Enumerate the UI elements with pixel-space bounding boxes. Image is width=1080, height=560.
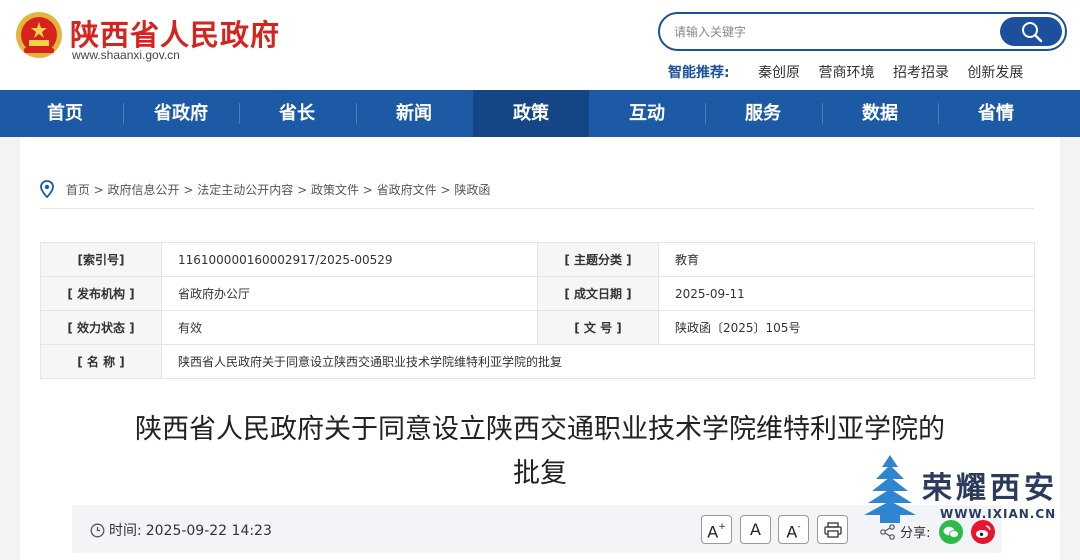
national-emblem-icon [14,10,64,60]
nav-item-data[interactable]: 数据 [822,90,938,137]
index-value: 116100000160002917/2025-00529 [161,242,538,277]
header: 陕西省人民政府 www.shaanxi.gov.cn 智能推荐: 秦创原 营商环… [0,0,1080,90]
date-value: 2025-09-11 [658,276,1035,311]
topic-value: 教育 [658,242,1035,277]
nav-item-home[interactable]: 首页 [7,90,123,137]
docno-value: 陕政函〔2025〕105号 [658,310,1035,345]
nav-item-policy[interactable]: 政策 [473,90,589,137]
nav-item-services[interactable]: 服务 [705,90,821,137]
table-row: [索引号] 116100000160002917/2025-00529 [ 主题… [40,242,1035,277]
name-label: [ 名 称 ] [40,344,162,379]
location-pin-icon [40,180,54,199]
search-box [658,12,1067,51]
watermark-logo: 荣耀西安 WWW.IXIAN.CN [862,453,1062,533]
breadcrumb-gov-info[interactable]: 政府信息公开 [108,183,180,197]
font-decrease-button[interactable]: A- [778,515,809,544]
search-button[interactable] [1000,17,1062,46]
recommend-label: 智能推荐: [668,65,730,81]
main-nav: 首页 省政府 省长 新闻 政策 互动 服务 数据 省情 [0,90,1080,137]
table-row: [ 效力状态 ] 有效 [ 文 号 ] 陕政函〔2025〕105号 [40,310,1035,345]
print-button[interactable] [817,515,848,544]
docno-label: [ 文 号 ] [537,310,659,345]
topic-label: [ 主题分类 ] [537,242,659,277]
publisher-label: [ 发布机构 ] [40,276,162,311]
time-label: 时间: [109,523,142,539]
breadcrumb-current[interactable]: 陕政函 [454,183,490,197]
search-input[interactable] [674,22,994,42]
recommend-link[interactable]: 营商环境 [819,65,875,81]
date-label: [ 成文日期 ] [537,276,659,311]
font-reset-label: A [750,520,761,539]
search-icon [1022,22,1043,43]
metadata-table: [索引号] 116100000160002917/2025-00529 [ 主题… [40,242,1035,379]
breadcrumb-home[interactable]: 首页 [66,183,90,197]
watermark-text: 荣耀西安 [922,471,1058,506]
font-decrease-label: A [786,522,798,542]
font-increase-button[interactable]: A+ [701,515,732,544]
smart-recommend: 智能推荐: 秦创原 营商环境 招考招录 创新发展 [668,62,1037,82]
recommend-link[interactable]: 创新发展 [967,65,1023,81]
pagoda-icon [864,455,916,523]
recommend-link[interactable]: 招考招录 [893,65,949,81]
site-url: www.shaanxi.gov.cn [72,48,180,62]
breadcrumb-province-docs[interactable]: 省政府文件 [377,183,437,197]
breadcrumb: 首页 > 政府信息公开 > 法定主动公开内容 > 政策文件 > 省政府文件 > … [40,180,490,199]
breadcrumb-statutory[interactable]: 法定主动公开内容 [197,183,293,197]
recommend-link[interactable]: 秦创原 [758,65,800,81]
print-icon [823,522,842,538]
table-row: [ 发布机构 ] 省政府办公厅 [ 成文日期 ] 2025-09-11 [40,276,1035,311]
font-increase-label: A [707,522,719,542]
nav-item-interaction[interactable]: 互动 [589,90,705,137]
clock-icon [90,523,105,538]
index-label: [索引号] [40,242,162,277]
status-label: [ 效力状态 ] [40,310,162,345]
nav-item-province-info[interactable]: 省情 [938,90,1054,137]
name-value: 陕西省人民政府关于同意设立陕西交通职业技术学院维特利亚学院的批复 [161,344,1035,379]
publish-time: 时间: 2025-09-22 14:23 [90,520,272,540]
font-reset-button[interactable]: A [740,515,771,544]
table-row: [ 名 称 ] 陕西省人民政府关于同意设立陕西交通职业技术学院维特利亚学院的批复 [40,344,1035,379]
nav-item-province-gov[interactable]: 省政府 [123,90,239,137]
divider [40,208,1034,209]
publisher-value: 省政府办公厅 [161,276,538,311]
status-value: 有效 [161,310,538,345]
nav-item-news[interactable]: 新闻 [356,90,472,137]
nav-item-governor[interactable]: 省长 [239,90,355,137]
time-value: 2025-09-22 14:23 [145,523,272,539]
breadcrumb-policy-docs[interactable]: 政策文件 [311,183,359,197]
watermark-url: WWW.IXIAN.CN [940,507,1057,521]
plus-icon: + [718,522,726,532]
document-title-line: 陕西省人民政府关于同意设立陕西交通职业技术学院维特利亚学院的 [135,414,945,445]
minus-icon: - [797,522,801,532]
